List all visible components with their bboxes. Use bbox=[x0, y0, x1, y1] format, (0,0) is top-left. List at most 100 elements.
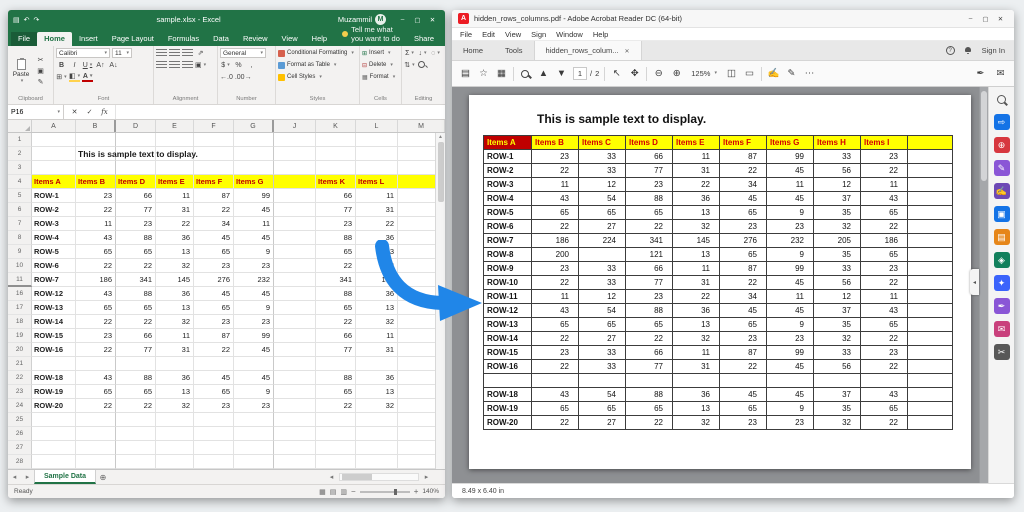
cell-E20[interactable]: 31 bbox=[156, 343, 194, 357]
cell-A7[interactable]: ROW-3 bbox=[32, 217, 76, 231]
scroll-up-icon[interactable]: ▲ bbox=[438, 134, 443, 140]
organize-pages-icon[interactable]: ▤ bbox=[994, 229, 1010, 245]
page-down-icon[interactable]: ▼ bbox=[555, 69, 568, 79]
measure-icon[interactable]: ✂ bbox=[994, 344, 1010, 360]
ribbon-tab-insert[interactable]: Insert bbox=[72, 32, 105, 46]
menu-view[interactable]: View bbox=[505, 30, 521, 39]
cell-G9[interactable]: 9 bbox=[234, 245, 274, 259]
cell-K10[interactable]: 22 bbox=[316, 259, 356, 273]
cell-A9[interactable]: ROW-5 bbox=[32, 245, 76, 259]
tab-document[interactable]: hidden_rows_colum... bbox=[534, 41, 642, 60]
cell-D16[interactable]: 88 bbox=[116, 287, 156, 301]
zoom-level-select[interactable]: 125% bbox=[688, 67, 720, 80]
cell-L22[interactable]: 36 bbox=[356, 371, 398, 385]
cell-G23[interactable]: 9 bbox=[234, 385, 274, 399]
star-icon[interactable]: ☆ bbox=[477, 69, 490, 79]
cell-D1[interactable] bbox=[116, 133, 156, 147]
cell-A17[interactable]: ROW-13 bbox=[32, 301, 76, 315]
comment-icon[interactable]: ✍ bbox=[767, 69, 780, 79]
cell-F6[interactable]: 22 bbox=[194, 203, 234, 217]
cell-E5[interactable]: 11 bbox=[156, 189, 194, 203]
cell-D10[interactable]: 22 bbox=[116, 259, 156, 273]
cell-D19[interactable]: 66 bbox=[116, 329, 156, 343]
cell-D24[interactable]: 22 bbox=[116, 399, 156, 413]
cell-E4[interactable]: Items E bbox=[156, 175, 194, 189]
font-color-icon[interactable]: A bbox=[82, 72, 93, 82]
tab-home[interactable]: Home bbox=[452, 41, 494, 60]
cell-J3[interactable] bbox=[274, 161, 316, 175]
cell-J10[interactable] bbox=[274, 259, 316, 273]
cell-J23[interactable] bbox=[274, 385, 316, 399]
row-header-25[interactable]: 25 bbox=[8, 413, 32, 427]
cell-D11[interactable]: 341 bbox=[116, 273, 156, 287]
cell-D3[interactable] bbox=[116, 161, 156, 175]
cell-F24[interactable]: 23 bbox=[194, 399, 234, 413]
decrease-decimal-icon[interactable]: .00→ bbox=[235, 72, 252, 82]
cell-G27[interactable] bbox=[234, 441, 274, 455]
conditional-formatting-button[interactable]: Conditional Formatting bbox=[278, 48, 357, 58]
cell-F8[interactable]: 45 bbox=[194, 231, 234, 245]
row-header-2[interactable]: 2 bbox=[8, 147, 32, 161]
cell-F19[interactable]: 87 bbox=[194, 329, 234, 343]
cell-J20[interactable] bbox=[274, 343, 316, 357]
cell-G5[interactable]: 99 bbox=[234, 189, 274, 203]
ribbon-tab-review[interactable]: Review bbox=[236, 32, 275, 46]
cell-L21[interactable] bbox=[356, 357, 398, 371]
align-top-icon[interactable] bbox=[156, 49, 167, 57]
cell-D17[interactable]: 65 bbox=[116, 301, 156, 315]
align-left-icon[interactable] bbox=[156, 61, 167, 69]
cell-J22[interactable] bbox=[274, 371, 316, 385]
delete-cells-button[interactable]: ⊟Delete bbox=[362, 60, 399, 70]
share-button[interactable]: Share bbox=[406, 34, 442, 46]
format-cells-button[interactable]: ▦Format bbox=[362, 72, 399, 82]
cell-B22[interactable]: 43 bbox=[76, 371, 116, 385]
cell-J21[interactable] bbox=[274, 357, 316, 371]
column-header-A[interactable]: A bbox=[32, 120, 76, 132]
cell-K28[interactable] bbox=[316, 455, 356, 469]
increase-font-icon[interactable]: A↑ bbox=[95, 60, 106, 70]
column-header-D[interactable]: D bbox=[116, 120, 156, 132]
cell-F7[interactable]: 34 bbox=[194, 217, 234, 231]
cell-L28[interactable] bbox=[356, 455, 398, 469]
cell-K20[interactable]: 77 bbox=[316, 343, 356, 357]
cell-B5[interactable]: 23 bbox=[76, 189, 116, 203]
cell-J25[interactable] bbox=[274, 413, 316, 427]
cell-B18[interactable]: 22 bbox=[76, 315, 116, 329]
pdf-vertical-scrollbar[interactable] bbox=[979, 87, 988, 483]
cell-F20[interactable]: 22 bbox=[194, 343, 234, 357]
cell-J28[interactable] bbox=[274, 455, 316, 469]
hand-tool-icon[interactable]: ✥ bbox=[628, 69, 641, 79]
cell-J19[interactable] bbox=[274, 329, 316, 343]
cell-G18[interactable]: 23 bbox=[234, 315, 274, 329]
cell-D7[interactable]: 23 bbox=[116, 217, 156, 231]
cell-E27[interactable] bbox=[156, 441, 194, 455]
cell-E16[interactable]: 36 bbox=[156, 287, 194, 301]
cell-K23[interactable]: 65 bbox=[316, 385, 356, 399]
cell-D27[interactable] bbox=[116, 441, 156, 455]
cell-F23[interactable]: 65 bbox=[194, 385, 234, 399]
cell-E3[interactable] bbox=[156, 161, 194, 175]
cell-J24[interactable] bbox=[274, 399, 316, 413]
cell-K6[interactable]: 77 bbox=[316, 203, 356, 217]
menu-file[interactable]: File bbox=[460, 30, 472, 39]
orientation-icon[interactable]: ⇗ bbox=[195, 48, 206, 58]
cell-K2[interactable] bbox=[316, 147, 356, 161]
cell-F9[interactable]: 65 bbox=[194, 245, 234, 259]
cell-L5[interactable]: 11 bbox=[356, 189, 398, 203]
cell-L23[interactable]: 13 bbox=[356, 385, 398, 399]
cell-E9[interactable]: 13 bbox=[156, 245, 194, 259]
cell-L19[interactable]: 11 bbox=[356, 329, 398, 343]
cell-J5[interactable] bbox=[274, 189, 316, 203]
number-format-select[interactable]: General bbox=[220, 48, 266, 58]
percent-style-icon[interactable]: % bbox=[233, 60, 244, 70]
cell-B3[interactable] bbox=[76, 161, 116, 175]
cell-F10[interactable]: 23 bbox=[194, 259, 234, 273]
cell-E18[interactable]: 32 bbox=[156, 315, 194, 329]
cell-A6[interactable]: ROW-2 bbox=[32, 203, 76, 217]
close-tab-icon[interactable] bbox=[625, 46, 630, 55]
cell-A10[interactable]: ROW-6 bbox=[32, 259, 76, 273]
row-header-26[interactable]: 26 bbox=[8, 427, 32, 441]
row-header-16[interactable]: 16 bbox=[8, 287, 32, 301]
column-header-L[interactable]: L bbox=[356, 120, 398, 132]
cell-L1[interactable] bbox=[356, 133, 398, 147]
